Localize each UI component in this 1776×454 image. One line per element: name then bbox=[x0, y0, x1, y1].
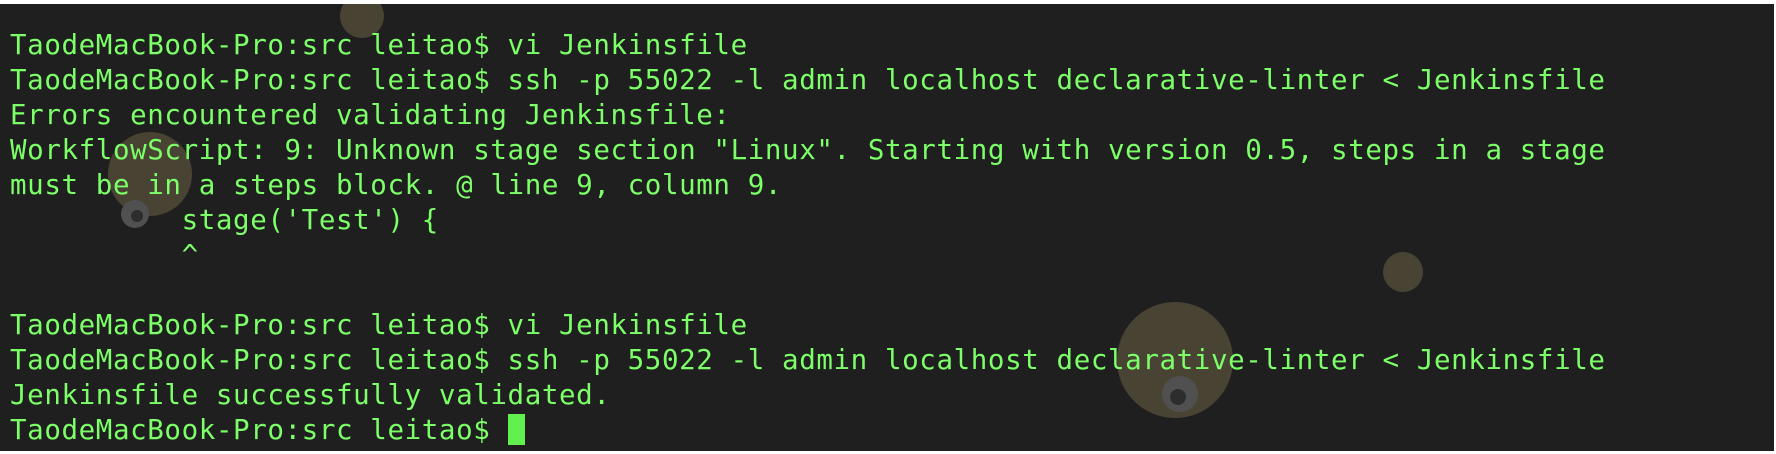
terminal-line: TaodeMacBook-Pro:src leitao$ ssh -p 5502… bbox=[10, 64, 1606, 96]
terminal-prompt: TaodeMacBook-Pro:src leitao$ bbox=[10, 414, 508, 446]
terminal-cursor bbox=[507, 414, 525, 445]
terminal-line: TaodeMacBook-Pro:src leitao$ vi Jenkinsf… bbox=[10, 29, 748, 61]
terminal-line: Jenkinsfile successfully validated. bbox=[10, 379, 611, 411]
terminal-line: must be in a steps block. @ line 9, colu… bbox=[10, 169, 783, 201]
terminal-line: stage('Test') { bbox=[10, 204, 439, 236]
terminal-line: TaodeMacBook-Pro:src leitao$ vi Jenkinsf… bbox=[10, 309, 748, 341]
terminal-line: ^ bbox=[10, 239, 199, 271]
terminal-output: TaodeMacBook-Pro:src leitao$ vi Jenkinsf… bbox=[10, 28, 1606, 448]
terminal-window[interactable]: TaodeMacBook-Pro:src leitao$ vi Jenkinsf… bbox=[0, 4, 1774, 451]
terminal-line: WorkflowScript: 9: Unknown stage section… bbox=[10, 134, 1606, 166]
terminal-line: Errors encountered validating Jenkinsfil… bbox=[10, 99, 731, 131]
terminal-prompt-line[interactable]: TaodeMacBook-Pro:src leitao$ bbox=[10, 413, 1606, 448]
terminal-line: TaodeMacBook-Pro:src leitao$ ssh -p 5502… bbox=[10, 344, 1606, 376]
